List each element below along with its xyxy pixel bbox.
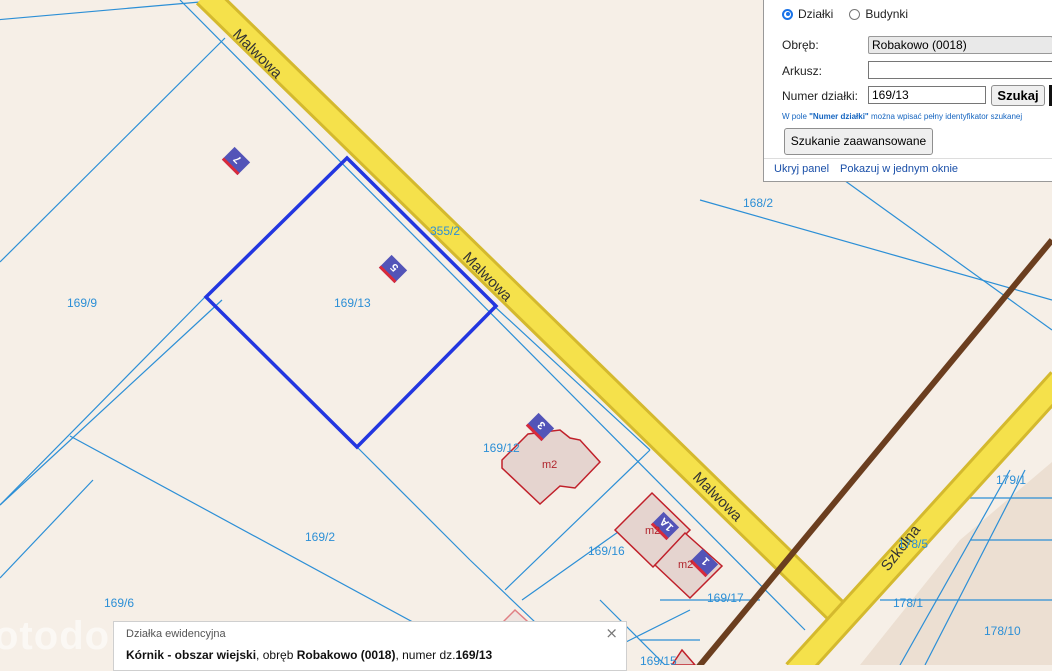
radio-parcels-label[interactable]: Działki: [798, 7, 833, 21]
popup-municipality: Kórnik - obszar wiejski: [126, 648, 257, 662]
parcel-label[interactable]: 178/10: [984, 624, 1021, 638]
district-label: Obręb:: [782, 38, 819, 52]
parcel-number-label: Numer działki:: [782, 89, 859, 103]
radio-parcels[interactable]: [782, 8, 793, 20]
parcel-label[interactable]: 355/2: [430, 224, 460, 238]
parcel-label[interactable]: 169/2: [305, 530, 335, 544]
advanced-search-button[interactable]: Szukanie zaawansowane: [784, 128, 933, 155]
popup-description: Kórnik - obszar wiejski, obręb Robakowo …: [126, 648, 492, 662]
popup-text-2: , numer dz.: [395, 648, 456, 662]
parcel-label[interactable]: 169/12: [483, 441, 520, 455]
building-label: m2: [678, 559, 693, 571]
parcel-number-input[interactable]: 169/13: [868, 86, 986, 104]
parcel-label[interactable]: 169/17: [707, 591, 744, 605]
single-window-link[interactable]: Pokazuj w jednym oknie: [840, 163, 958, 175]
parcel-label[interactable]: 169/16: [588, 544, 625, 558]
popup-text-1: , obręb: [256, 648, 297, 662]
parcel-label[interactable]: 169/6: [104, 596, 134, 610]
hint-prefix: W pole: [782, 112, 810, 121]
sheet-input[interactable]: [868, 61, 1052, 79]
parcel-label[interactable]: 168/2: [743, 196, 773, 210]
parcel-label[interactable]: 169/9: [67, 296, 97, 310]
radio-buildings[interactable]: [849, 8, 861, 20]
parcel-label[interactable]: 178/5: [898, 537, 928, 551]
radio-buildings-label[interactable]: Budynki: [865, 7, 908, 21]
parcel-label[interactable]: 169/15: [640, 654, 677, 665]
hint-suffix: można wpisać pełny identyfikator szukane…: [868, 112, 1023, 121]
search-type-radios: Działki Budynki: [782, 7, 908, 21]
district-select[interactable]: Robakowo (0018): [868, 36, 1052, 54]
close-icon[interactable]: ⨯: [605, 626, 618, 641]
parcel-label[interactable]: 178/1: [893, 596, 923, 610]
building-label: m2: [542, 459, 557, 471]
parcel-info-popup: Działka ewidencyjna Kórnik - obszar wiej…: [113, 621, 627, 671]
parcel-label[interactable]: 169/13: [334, 296, 371, 310]
popup-district: Robakowo (0018): [296, 648, 396, 662]
sheet-label: Arkusz:: [782, 64, 823, 78]
hint-bold: "Numer działki": [809, 112, 869, 121]
parcel-label[interactable]: 179/1: [996, 473, 1026, 487]
parcel-search-panel: Działki Budynki Obręb: Robakowo (0018) A…: [763, 0, 1052, 182]
search-button[interactable]: Szukaj: [991, 85, 1045, 106]
popup-parcel: 169/13: [455, 648, 493, 662]
popup-title: Działka ewidencyjna: [126, 628, 226, 640]
search-hint: W pole "Numer działki" można wpisać pełn…: [782, 112, 1052, 121]
hide-panel-link[interactable]: Ukryj panel: [774, 163, 829, 175]
panel-divider: [764, 158, 1052, 159]
